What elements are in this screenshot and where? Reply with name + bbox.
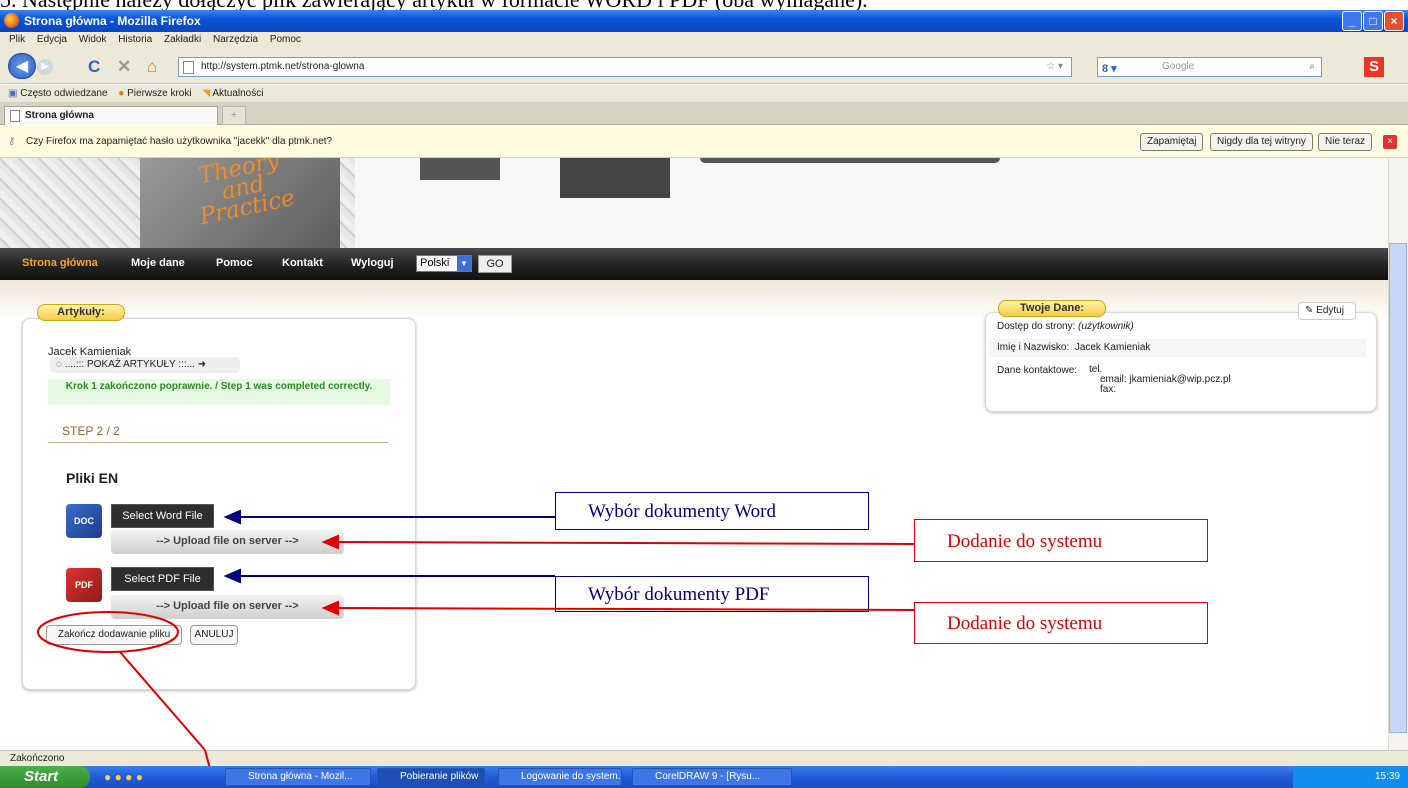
menu-help[interactable]: Pomoc: [270, 34, 301, 45]
page-content: Theory and Practice Strona główna Moje d…: [0, 158, 1388, 750]
menu-bar: Plik Edycja Widok Historia Zakładki Narz…: [0, 32, 1408, 48]
scrollbar-thumb[interactable]: [1389, 243, 1407, 733]
navigation-toolbar: ◀ ▶ C ✕ ⌂ http://system.ptmk.net/strona-…: [0, 48, 1408, 84]
maximize-button[interactable]: □: [1363, 11, 1383, 31]
star-icon[interactable]: ☆ ▾: [1046, 58, 1063, 76]
menu-edit[interactable]: Edycja: [37, 34, 67, 45]
window-titlebar: Strona główna - Mozilla Firefox _ □ ×: [0, 10, 1408, 32]
pointer-line: [119, 651, 206, 750]
menu-file[interactable]: Plik: [9, 34, 25, 45]
firefox-icon: [4, 13, 19, 28]
menu-tools[interactable]: Narzędzia: [213, 34, 258, 45]
rss-icon: ◥: [202, 88, 211, 99]
search-input[interactable]: 8 ▾ Google ⌕: [1097, 57, 1322, 77]
key-icon: ⚷: [8, 136, 16, 147]
url-bar[interactable]: http://system.ptmk.net/strona-glowna ☆ ▾: [178, 57, 1072, 77]
window-title: Strona główna - Mozilla Firefox: [24, 14, 201, 28]
menu-history[interactable]: Historia: [118, 34, 152, 45]
google-icon[interactable]: 8 ▾: [1102, 60, 1117, 78]
highlight-ellipse: [37, 611, 179, 653]
reload-icon[interactable]: C: [88, 57, 100, 77]
task-login[interactable]: Logowanie do system...: [498, 768, 622, 786]
task-coreldraw[interactable]: CorelDRAW 9 - [Rysu...: [632, 768, 792, 786]
start-button[interactable]: Start: [0, 766, 90, 788]
firefox-icon: ●: [118, 88, 125, 99]
arrowhead-icon: [223, 509, 241, 525]
search-placeholder: Google: [1162, 61, 1195, 72]
tab-bar: Strona główna +: [0, 102, 1408, 125]
clock: 15:39: [1374, 771, 1400, 782]
not-now-button[interactable]: Nie teraz: [1318, 133, 1373, 151]
remember-button[interactable]: Zapamiętaj: [1140, 133, 1204, 151]
addon-s-icon[interactable]: S: [1364, 57, 1384, 77]
task-downloads[interactable]: Pobieranie plików: [377, 768, 485, 786]
tab-home[interactable]: Strona główna: [4, 106, 218, 125]
menu-view[interactable]: Widok: [79, 34, 107, 45]
bookmark-first-steps[interactable]: Pierwsze kroki: [127, 88, 191, 99]
arrow-upload-pdf: [335, 607, 915, 611]
annotation-overlay: [37, 509, 915, 750]
forward-button[interactable]: ▶: [37, 59, 53, 75]
page-icon: [10, 110, 20, 122]
document-heading: 5. Następnie należy dołączyć plik zawier…: [0, 0, 868, 11]
close-icon[interactable]: ×: [1383, 135, 1397, 149]
back-button[interactable]: ◀: [8, 53, 36, 79]
arrow-upload-word: [335, 541, 915, 545]
quicklaunch-icons[interactable]: ● ● ● ●: [104, 770, 143, 784]
search-icon[interactable]: ⌕: [1309, 58, 1315, 76]
new-tab-button[interactable]: +: [222, 106, 246, 125]
notification-text: Czy Firefox ma zapamiętać hasło użytkown…: [26, 136, 333, 147]
url-text: http://system.ptmk.net/strona-glowna: [201, 61, 365, 72]
password-notification: ⚷ Czy Firefox ma zapamiętać hasło użytko…: [0, 126, 1408, 158]
arrowhead-icon: [321, 600, 339, 616]
stop-icon[interactable]: ✕: [117, 57, 131, 77]
system-tray: 15:39: [1293, 766, 1408, 788]
bookmarks-toolbar: ▣ Często odwiedzane ● Pierwsze kroki ◥ A…: [0, 85, 1408, 102]
home-icon[interactable]: ⌂: [147, 57, 157, 77]
menu-bookmarks[interactable]: Zakładki: [164, 34, 201, 45]
bookmark-news[interactable]: Aktualności: [212, 88, 263, 99]
minimize-button[interactable]: _: [1342, 11, 1362, 31]
page-icon: [183, 61, 194, 74]
arrowhead-icon: [321, 534, 339, 550]
close-button[interactable]: ×: [1384, 11, 1404, 31]
task-firefox[interactable]: Strona główna - Mozil...: [225, 768, 371, 786]
arrowhead-icon: [223, 568, 241, 584]
tab-label: Strona główna: [25, 110, 94, 121]
never-button[interactable]: Nigdy dla tej witryny: [1210, 133, 1313, 151]
taskbar: Start ● ● ● ● Strona główna - Mozil... P…: [0, 766, 1408, 788]
bookmark-frequent[interactable]: Często odwiedzane: [20, 88, 107, 99]
bookmark-icon: ▣: [8, 88, 18, 99]
